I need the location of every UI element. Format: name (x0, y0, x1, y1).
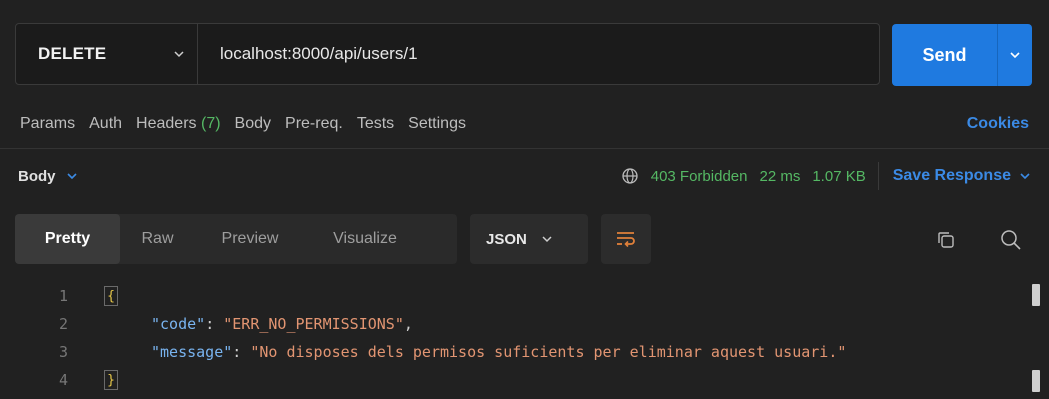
request-bar: DELETE localhost:8000/api/users/1 (15, 23, 880, 85)
tab-headers[interactable]: Headers (7) (136, 115, 221, 133)
json-key: "code" (151, 315, 206, 333)
chevron-down-icon (1010, 52, 1020, 59)
code-line: 4 } (0, 366, 1049, 394)
tab-tests[interactable]: Tests (357, 115, 394, 133)
scrollbar-thumb[interactable] (1032, 370, 1040, 392)
response-time: 22 ms (759, 167, 801, 185)
tab-pretty[interactable]: Pretty (15, 214, 120, 264)
tab-prereq[interactable]: Pre-req. (285, 115, 343, 133)
tab-params[interactable]: Params (20, 115, 75, 133)
wrap-lines-button[interactable] (601, 214, 651, 264)
save-response-button[interactable]: Save Response (893, 167, 1011, 185)
code-text: "code": "ERR_NO_PERMISSIONS", (151, 315, 413, 333)
tab-raw[interactable]: Raw (120, 214, 195, 264)
request-tabs: Params Auth Headers (7) Body Pre-req. Te… (20, 108, 1029, 140)
divider (877, 162, 879, 190)
tab-body[interactable]: Body (235, 115, 271, 133)
format-label: JSON (486, 230, 527, 248)
format-select[interactable]: JSON (470, 214, 588, 264)
line-number: 4 (58, 371, 68, 389)
response-code-viewer[interactable]: 1 { 2 "code": "ERR_NO_PERMISSIONS", 3 "m… (0, 282, 1049, 399)
response-size: 1.07 KB (812, 167, 866, 185)
fold-brace-close[interactable]: } (104, 370, 118, 390)
tab-headers-label: Headers (136, 115, 197, 132)
chevron-down-icon (542, 236, 552, 243)
method-select[interactable]: DELETE (16, 24, 198, 84)
status-badge: 403 Forbidden (650, 167, 748, 185)
tab-auth[interactable]: Auth (89, 115, 122, 133)
url-input[interactable]: localhost:8000/api/users/1 (198, 24, 418, 84)
globe-icon[interactable] (621, 167, 639, 185)
send-options-button[interactable] (998, 24, 1032, 86)
divider (0, 148, 1049, 149)
json-key: "message" (151, 343, 233, 361)
method-label: DELETE (38, 44, 107, 63)
view-mode-tabs: Pretty Raw Preview Visualize (15, 214, 457, 264)
fold-brace-open[interactable]: { (104, 286, 118, 306)
scrollbar-thumb[interactable] (1032, 284, 1040, 306)
code-line: 1 { (0, 282, 1049, 310)
line-number: 3 (58, 343, 68, 361)
tab-preview[interactable]: Preview (195, 214, 305, 264)
headers-count: (7) (200, 115, 221, 132)
wrap-lines-icon (617, 232, 635, 248)
send-button[interactable]: Send (892, 24, 998, 86)
line-number: 2 (58, 315, 68, 333)
response-header: Body 403 Forbidden 22 ms 1.07 KB Save Re… (18, 158, 1031, 194)
code-text: "message": "No disposes dels permisos su… (151, 343, 847, 361)
json-string: "No disposes dels permisos suficients pe… (250, 343, 847, 361)
copy-icon[interactable] (935, 229, 957, 251)
chevron-down-icon[interactable] (66, 170, 78, 182)
chevron-down-icon (174, 51, 184, 58)
json-string: "ERR_NO_PERMISSIONS" (223, 315, 404, 333)
cookies-link[interactable]: Cookies (967, 115, 1029, 133)
code-line: 2 "code": "ERR_NO_PERMISSIONS", (0, 310, 1049, 338)
tab-visualize[interactable]: Visualize (305, 214, 425, 264)
response-body-select[interactable]: Body (18, 168, 56, 185)
send-button-group: Send (892, 24, 1032, 86)
search-icon[interactable] (1000, 229, 1022, 251)
tab-settings[interactable]: Settings (408, 115, 466, 133)
code-line: 3 "message": "No disposes dels permisos … (0, 338, 1049, 366)
line-number: 1 (58, 287, 68, 305)
chevron-down-icon[interactable] (1019, 170, 1031, 182)
url-text: localhost:8000/api/users/1 (220, 44, 418, 63)
